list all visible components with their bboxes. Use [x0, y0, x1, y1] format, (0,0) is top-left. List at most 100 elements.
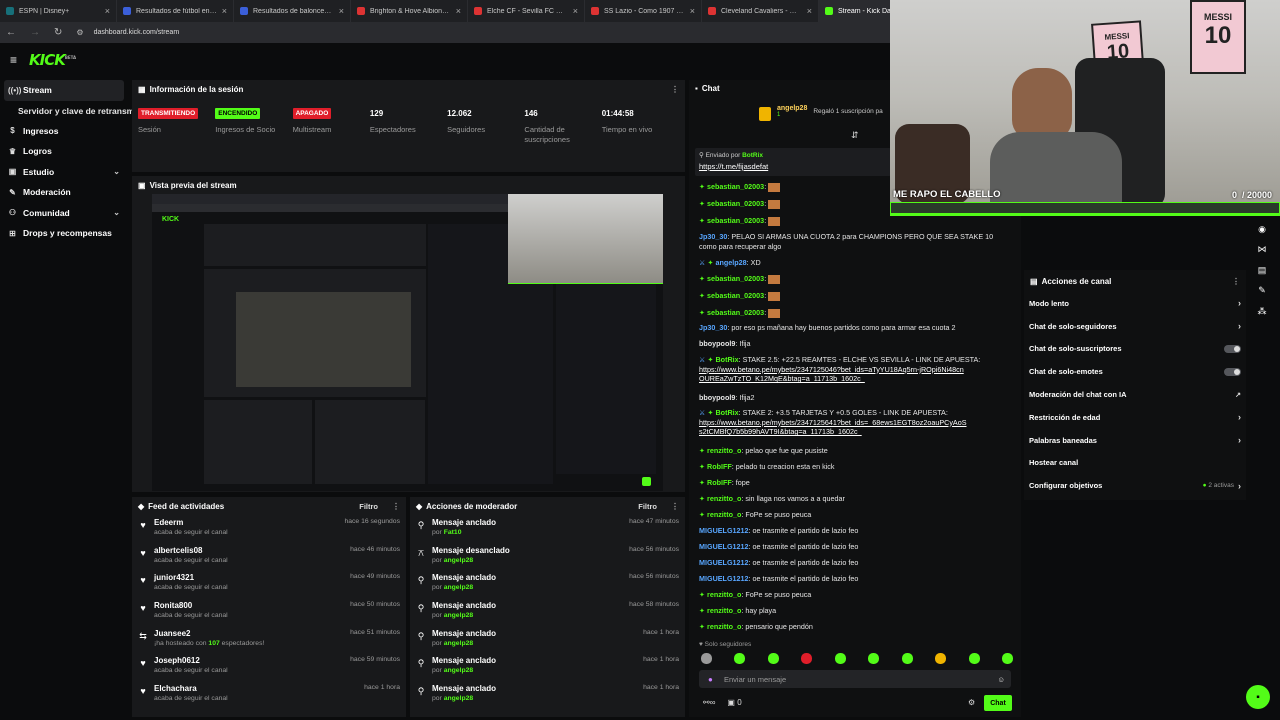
close-icon[interactable]: ×: [339, 6, 344, 16]
emote-icon[interactable]: [801, 653, 813, 664]
channel-action-item[interactable]: Palabras baneadas ›: [1024, 429, 1246, 452]
more-options-icon[interactable]: ⋮: [671, 85, 679, 94]
feed-username[interactable]: Ronita800: [154, 601, 344, 610]
close-icon[interactable]: ×: [222, 6, 227, 16]
emote-icon[interactable]: [935, 653, 947, 664]
close-icon[interactable]: ×: [573, 6, 578, 16]
emote-icon[interactable]: [767, 653, 779, 664]
mod-username[interactable]: angelp28: [444, 612, 473, 619]
link-icon[interactable]: ⚯∞: [703, 698, 715, 707]
browser-tab[interactable]: Resultados de fútbol en directo×: [117, 0, 234, 22]
channel-action-item[interactable]: Hostear canal: [1024, 452, 1246, 475]
chat-message[interactable]: Jp30_30: PELAO SI ARMAS UNA CUOTA 2 para…: [699, 232, 1004, 251]
feed-username[interactable]: Elchachara: [154, 684, 358, 693]
feed-username[interactable]: albertcelis08: [154, 546, 344, 555]
mod-username[interactable]: angelp28: [444, 640, 473, 647]
chat-message[interactable]: ⚔ ✦ BotRix: STAKE 2.5: +22.5 REAMTES - E…: [699, 355, 1004, 384]
mod-username[interactable]: angelp28: [444, 695, 473, 702]
toggle-switch[interactable]: [1224, 367, 1241, 376]
chat-message[interactable]: ✦ sebastian_02003:: [699, 291, 1004, 301]
mod-username[interactable]: angelp28: [444, 667, 473, 674]
browser-tab[interactable]: Elche CF - Sevilla FC Cuotas×: [468, 0, 585, 22]
collapse-icon[interactable]: ⇵: [851, 130, 859, 141]
more-options-icon[interactable]: ⋮: [1232, 277, 1240, 286]
channel-action-item[interactable]: Modo lento ›: [1024, 292, 1246, 315]
sidebar-item-ingresos[interactable]: $ Ingresos: [0, 121, 128, 142]
pinned-link[interactable]: https://t.me/fijasdefat: [699, 162, 887, 171]
feed-filter-button[interactable]: Filtro: [359, 502, 378, 511]
speech-icon[interactable]: ◉: [1252, 221, 1272, 238]
chat-message[interactable]: MIGUELG1212: oe trasmite el partido de l…: [699, 574, 1004, 584]
mic-icon[interactable]: ●: [708, 675, 713, 684]
chat-message[interactable]: MIGUELG1212: oe trasmite el partido de l…: [699, 558, 1004, 568]
chat-message[interactable]: ✦ RobIFF: fope: [699, 478, 1004, 488]
wrench-icon[interactable]: ✎: [1252, 282, 1272, 299]
browser-tab[interactable]: Cleveland Cavaliers - Oklahoma×: [702, 0, 819, 22]
chat-message[interactable]: ⚔ ✦ BotRix: STAKE 2: +3.5 TARJETAS Y +0.…: [699, 408, 1004, 437]
chat-bubble-button[interactable]: ▪: [1246, 685, 1270, 709]
chat-message[interactable]: ✦ renzitto_o: sin llaga nos vamos a a qu…: [699, 494, 1004, 504]
url-text[interactable]: dashboard.kick.com/stream: [94, 29, 180, 36]
chat-message[interactable]: ✦ renzitto_o: hay playa: [699, 606, 1004, 616]
sidebar-item-stream[interactable]: ((•)) Stream: [4, 80, 124, 101]
browser-tab[interactable]: Resultados de baloncesto en directo×: [234, 0, 351, 22]
feed-username[interactable]: Joseph0612: [154, 656, 344, 665]
mod-filter-button[interactable]: Filtro: [638, 502, 657, 511]
chat-link[interactable]: https://www.betano.pe/mybets/2347125641?…: [699, 418, 969, 437]
chat-message[interactable]: ✦ renzitto_o: FoPe se puso peuca: [699, 510, 1004, 520]
stream-preview-video[interactable]: KICK: [152, 194, 663, 491]
emote-icon[interactable]: [968, 653, 980, 664]
close-icon[interactable]: ×: [807, 6, 812, 16]
forward-icon[interactable]: →: [30, 27, 40, 38]
chat-message[interactable]: ✦ sebastian_02003:: [699, 216, 1004, 226]
gear-icon[interactable]: ⚙: [968, 698, 975, 707]
back-icon[interactable]: ←: [6, 27, 16, 38]
more-options-icon[interactable]: ⋮: [392, 502, 400, 511]
channel-action-item[interactable]: Chat de solo-suscriptores: [1024, 338, 1246, 361]
chat-message[interactable]: ✦ RobIFF: pelado tu creacion esta en kic…: [699, 462, 1004, 472]
more-options-icon[interactable]: ⋮: [671, 502, 679, 511]
chat-input[interactable]: ● Enviar un mensaje ☺: [699, 670, 1011, 688]
chat-message[interactable]: MIGUELG1212: oe trasmite el partido de l…: [699, 526, 1004, 536]
chat-message[interactable]: MIGUELG1212: oe trasmite el partido de l…: [699, 542, 1004, 552]
feed-username[interactable]: junior4321: [154, 573, 344, 582]
sidebar-item-estudio[interactable]: ▣ Estudio ⌄: [0, 162, 128, 183]
close-icon[interactable]: ×: [690, 6, 695, 16]
chat-message[interactable]: ✦ renzitto_o: pensario que pendón: [699, 622, 1004, 632]
chat-message[interactable]: ✦ sebastian_02003:: [699, 274, 1004, 284]
chat-message[interactable]: ✦ renzitto_o: FoPe se puso peuca: [699, 590, 1004, 600]
sidebar-item-server-key[interactable]: Servidor y clave de retransmisión: [0, 101, 154, 121]
feed-username[interactable]: Edeerm: [154, 518, 338, 527]
close-icon[interactable]: ×: [456, 6, 461, 16]
hamburger-menu-icon[interactable]: ≡: [10, 53, 17, 67]
browser-tab[interactable]: ESPN | Disney+ ×: [0, 0, 117, 22]
sidebar-item-comunidad[interactable]: ⚇ Comunidad ⌄: [0, 203, 128, 224]
kick-logo[interactable]: KICKBETA: [29, 51, 76, 69]
reload-icon[interactable]: ↻: [54, 27, 62, 38]
mod-username[interactable]: angelp28: [444, 584, 473, 591]
sidebar-item-logros[interactable]: ♛ Logros: [0, 141, 128, 162]
emote-icon[interactable]: [701, 653, 712, 664]
chat-message[interactable]: ✦ renzitto_o: pelao que fue que pusiste: [699, 446, 1004, 456]
browser-tab[interactable]: Brighton & Hove Albion - AFC×: [351, 0, 468, 22]
channel-action-item[interactable]: Moderación del chat con IA ↗: [1024, 383, 1246, 406]
emote-icon[interactable]: [734, 653, 746, 664]
channel-action-item[interactable]: Chat de solo-seguidores ›: [1024, 315, 1246, 338]
site-info-icon[interactable]: ⚙: [76, 28, 83, 37]
channel-action-item[interactable]: Chat de solo-emotes: [1024, 360, 1246, 383]
feed-username[interactable]: Juansee2: [154, 629, 344, 638]
chat-message[interactable]: bboypool9: Ifija: [699, 339, 1004, 349]
toggle-switch[interactable]: [1224, 344, 1241, 353]
channel-action-item[interactable]: Configurar objetivos ● 2 activas ›: [1024, 474, 1246, 497]
emote-icon[interactable]: [868, 653, 880, 664]
sidebar-item-drops[interactable]: ⊞ Drops y recompensas: [0, 223, 128, 244]
list-icon[interactable]: ▤: [1252, 262, 1272, 279]
emote-icon[interactable]: [901, 653, 913, 664]
broadcast-icon[interactable]: ⋈: [1252, 241, 1272, 258]
chat-message[interactable]: bboypool9: Ifija2: [699, 393, 1004, 403]
shuffle-icon[interactable]: ⁂: [1252, 303, 1272, 320]
browser-tab[interactable]: SS Lazio - Como 1907 Cuotas×: [585, 0, 702, 22]
close-icon[interactable]: ×: [105, 6, 110, 16]
sidebar-item-moderacion[interactable]: ✎ Moderación: [0, 182, 128, 203]
chat-link[interactable]: https://www.betano.pe/mybets/2347125046?…: [699, 365, 969, 384]
